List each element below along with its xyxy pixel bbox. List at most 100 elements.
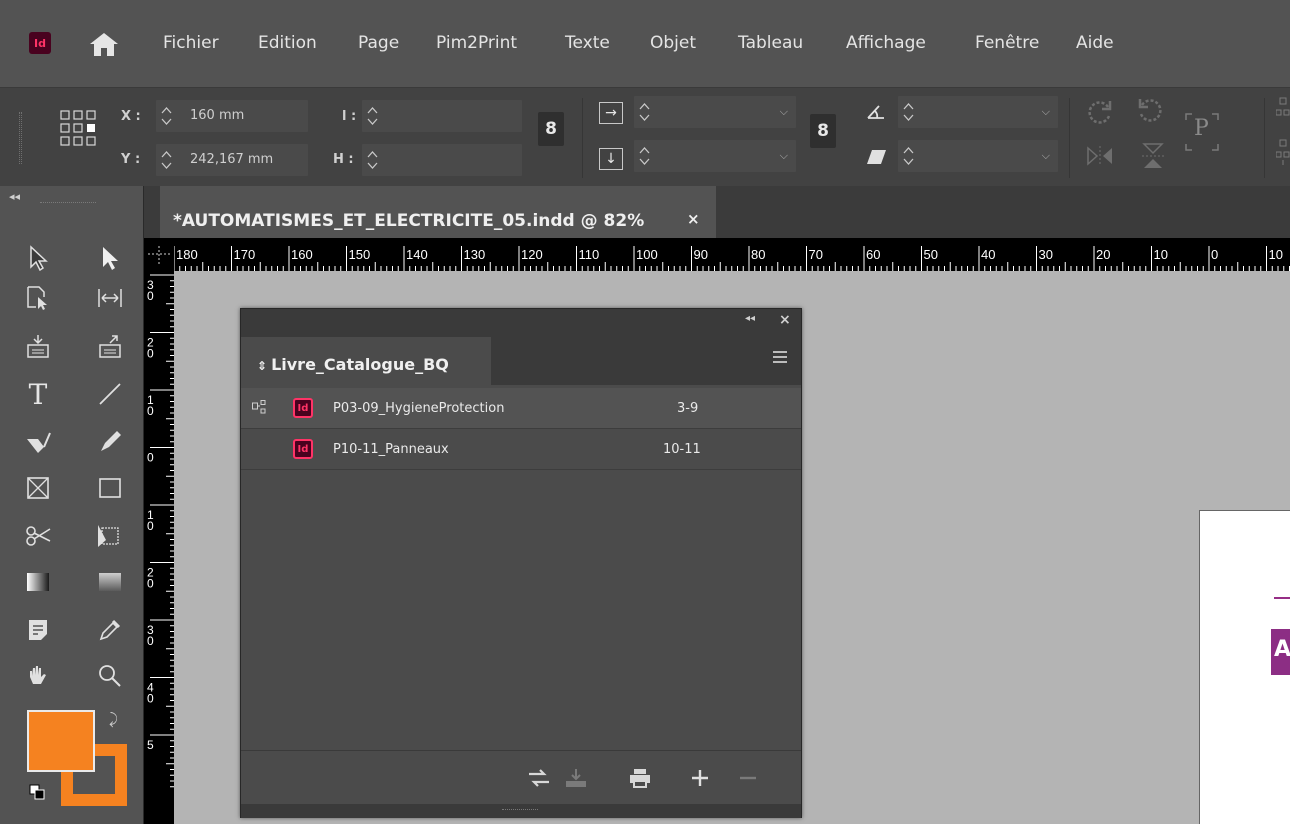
scale-x-field[interactable]: ⌵ <box>634 96 796 128</box>
panel-menu-icon[interactable] <box>773 351 787 363</box>
scale-x-spinner-icon[interactable] <box>638 99 651 125</box>
page-heading-block[interactable]: A <box>1271 629 1290 675</box>
document-tab[interactable]: *AUTOMATISMES_ET_ELECTRICITE_05.indd @ 8… <box>160 186 716 238</box>
page-tool-icon[interactable] <box>20 282 56 314</box>
panel-header[interactable]: ◂◂ × <box>241 309 801 333</box>
constrain-scale-button[interactable]: 8 <box>810 114 836 148</box>
menu-pim2print[interactable]: Pim2Print <box>436 33 517 53</box>
gradient-swatch-tool-icon[interactable] <box>20 566 56 598</box>
fill-swatch[interactable] <box>27 710 95 772</box>
collapse-panel-icon[interactable]: ◂◂ <box>9 190 20 203</box>
remove-document-icon[interactable] <box>735 766 761 790</box>
add-document-icon[interactable] <box>687 766 713 790</box>
rectangle-tool-icon[interactable] <box>92 472 128 504</box>
document-page[interactable]: A <box>1199 510 1290 824</box>
hand-tool-icon[interactable] <box>20 660 56 692</box>
height-spinner-icon[interactable] <box>366 147 379 173</box>
ruler-label: 0 <box>147 577 154 591</box>
book-document-row[interactable]: Id P03-09_HygieneProtection 3-9 <box>241 388 801 429</box>
close-icon[interactable]: × <box>779 312 791 328</box>
swap-fill-stroke-icon[interactable]: ⤸ <box>109 710 118 728</box>
gap-tool-icon[interactable] <box>92 282 128 314</box>
menu-texte[interactable]: Texte <box>565 33 610 53</box>
reference-point-icon[interactable] <box>60 110 100 156</box>
chevron-down-icon[interactable]: ⌵ <box>780 149 788 163</box>
page-rule <box>1274 597 1290 599</box>
select-container-icon[interactable] <box>1276 96 1290 124</box>
ruler-label: 90 <box>694 247 708 262</box>
zoom-tool-icon[interactable] <box>92 660 128 692</box>
scale-y-spinner-icon[interactable] <box>638 143 651 169</box>
width-spinner-icon[interactable] <box>366 103 379 129</box>
content-collector-tool-icon[interactable] <box>20 330 56 362</box>
scissors-tool-icon[interactable] <box>20 520 56 552</box>
gradient-feather-tool-icon[interactable] <box>92 566 128 598</box>
rotation-spinner-icon[interactable] <box>902 99 915 125</box>
menu-page[interactable]: Page <box>358 33 399 53</box>
x-spinner-icon[interactable] <box>160 103 173 129</box>
ruler-label: 0 <box>147 634 154 648</box>
note-tool-icon[interactable] <box>20 614 56 646</box>
height-field[interactable] <box>362 144 522 176</box>
chevron-down-icon[interactable]: ⌵ <box>1042 105 1050 119</box>
default-fill-stroke-icon[interactable] <box>29 784 45 800</box>
book-document-row[interactable]: Id P10-11_Panneaux 10-11 <box>241 429 801 470</box>
x-label: X : <box>121 109 141 124</box>
flip-horizontal-icon[interactable] <box>1086 144 1114 168</box>
save-book-icon[interactable] <box>563 766 589 790</box>
constrain-proportions-button[interactable]: 8 <box>538 112 564 146</box>
book-panel-tab[interactable]: ⇕ Livre_Catalogue_BQ <box>241 337 491 385</box>
style-source-icon[interactable] <box>252 400 266 414</box>
synchronize-icon[interactable] <box>526 766 552 790</box>
ruler-label: 0 <box>147 451 154 465</box>
frame-fitting-button[interactable]: P <box>1184 112 1220 152</box>
content-placer-tool-icon[interactable] <box>92 330 128 362</box>
rectangle-frame-tool-icon[interactable] <box>20 472 56 504</box>
book-title: Livre_Catalogue_BQ <box>271 355 449 374</box>
chevron-down-icon[interactable]: ⌵ <box>1042 149 1050 163</box>
menu-fenetre[interactable]: Fenêtre <box>975 33 1039 53</box>
menu-affichage[interactable]: Affichage <box>846 33 926 53</box>
menu-objet[interactable]: Objet <box>650 33 696 53</box>
menu-tableau[interactable]: Tableau <box>738 33 803 53</box>
panel-resize-handle[interactable] <box>241 804 801 818</box>
vertical-ruler[interactable]: 3020100102030405 <box>144 271 174 824</box>
panel-grip[interactable] <box>40 202 96 205</box>
flip-vertical-icon[interactable] <box>1140 142 1166 170</box>
ruler-label: 10 <box>1154 247 1168 262</box>
collapse-panel-icon[interactable]: ◂◂ <box>745 313 755 324</box>
print-book-icon[interactable] <box>627 766 653 790</box>
x-position-field[interactable]: 160 mm <box>156 100 308 132</box>
free-transform-tool-icon[interactable] <box>92 520 128 552</box>
shear-angle-field[interactable]: ⌵ <box>898 140 1058 172</box>
line-tool-icon[interactable] <box>92 378 128 410</box>
rotate-clockwise-icon[interactable] <box>1086 98 1114 126</box>
rotate-counterclockwise-icon[interactable] <box>1136 96 1164 124</box>
eyedropper-tool-icon[interactable] <box>92 614 128 646</box>
rotation-angle-field[interactable]: ⌵ <box>898 96 1058 128</box>
menu-fichier[interactable]: Fichier <box>163 33 219 53</box>
control-bar-grip[interactable] <box>19 112 22 164</box>
vertical-ruler-ticks: 3020100102030405 <box>147 274 174 788</box>
pen-tool-icon[interactable] <box>20 426 56 458</box>
menu-aide[interactable]: Aide <box>1076 33 1114 53</box>
y-position-field[interactable]: 242,167 mm <box>156 144 308 176</box>
ruler-label: 40 <box>981 247 995 262</box>
chevron-down-icon[interactable]: ⌵ <box>780 105 788 119</box>
scale-y-field[interactable]: ⌵ <box>634 140 796 172</box>
select-content-icon[interactable] <box>1276 138 1290 166</box>
menu-edition[interactable]: Edition <box>258 33 317 53</box>
shear-spinner-icon[interactable] <box>902 143 915 169</box>
separator <box>1069 98 1070 178</box>
direct-selection-tool-icon[interactable] <box>92 242 128 274</box>
selection-tool-icon[interactable] <box>20 242 56 274</box>
ruler-origin-icon[interactable] <box>144 238 174 271</box>
ruler-label: 180 <box>176 247 198 262</box>
y-spinner-icon[interactable] <box>160 147 173 173</box>
home-icon[interactable] <box>87 31 121 57</box>
close-icon[interactable]: × <box>687 210 700 228</box>
horizontal-ruler[interactable]: 180 170 160 150 140 130 120 110 100 90 80 70 60 50 40 3… <box>144 238 1290 271</box>
pencil-tool-icon[interactable] <box>92 426 128 458</box>
type-tool-icon[interactable]: T <box>20 378 56 411</box>
width-field[interactable] <box>362 100 522 132</box>
